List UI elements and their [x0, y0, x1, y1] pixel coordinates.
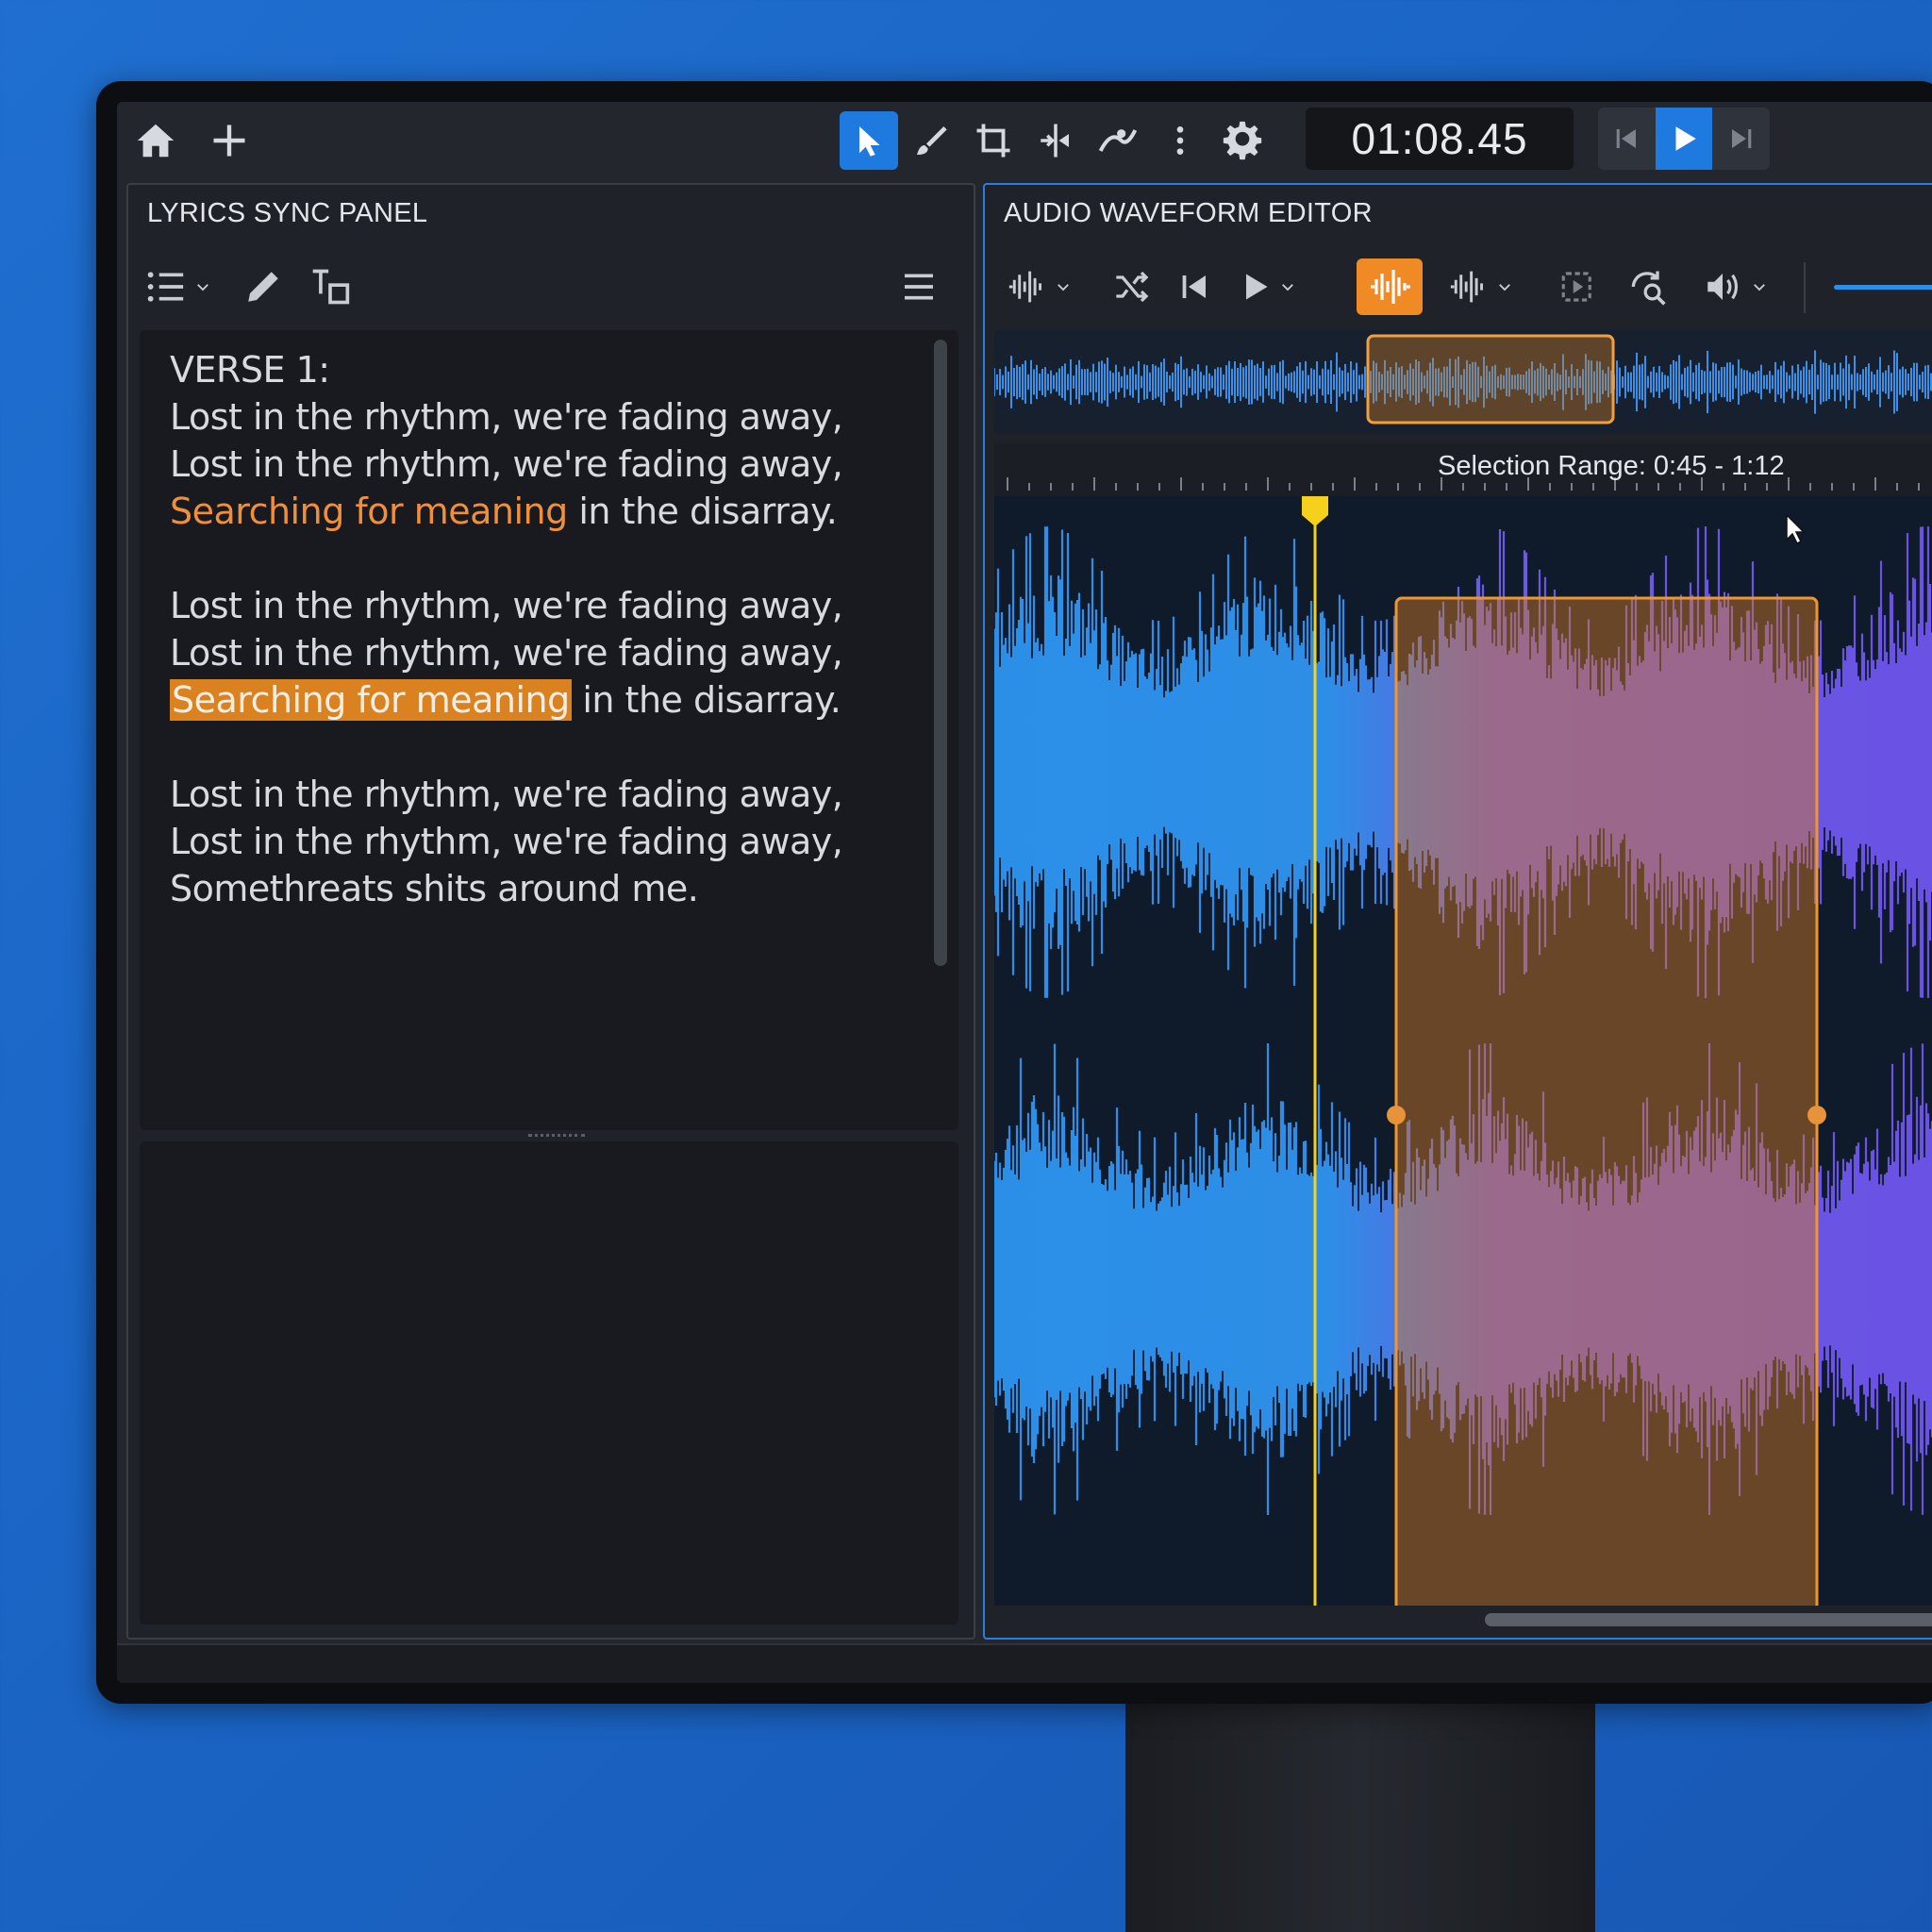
waveform-canvas[interactable]: [994, 496, 1932, 1606]
audio-waveform-editor-panel: AUDIO WAVEFORM EDITOR Selection Range: 0…: [983, 183, 1932, 1640]
panel-title: AUDIO WAVEFORM EDITOR: [1004, 198, 1373, 228]
app-window: 01:08.45 LYRICS SYNC PANEL VERSE 1: Lost…: [117, 102, 1932, 1683]
overview-selection-window: [1366, 334, 1615, 425]
lyrics-text-area[interactable]: VERSE 1: Lost in the rhythm, we're fadin…: [140, 330, 958, 1130]
lyric-line: Lost in the rhythm, we're fading away,: [170, 585, 843, 626]
lyric-line: Lost in the rhythm, we're fading away,: [170, 821, 843, 862]
transport-controls: [1598, 108, 1770, 170]
time-ruler[interactable]: Selection Range: 0:45 - 1:12: [994, 443, 1932, 496]
volume-icon: [1707, 274, 1739, 300]
monitor-bezel: 01:08.45 LYRICS SYNC PANEL VERSE 1: Lost…: [96, 81, 1932, 1704]
selection-left-handle: [1387, 1106, 1406, 1124]
mouse-cursor-icon: [1786, 513, 1806, 545]
lyric-line: Lost in the rhythm, we're fading away,: [170, 443, 843, 485]
waveform-mode-button[interactable]: [1357, 258, 1423, 315]
play-dropdown[interactable]: [1238, 258, 1296, 315]
pointer-icon[interactable]: [840, 111, 898, 170]
main-toolbar: 01:08.45: [117, 102, 1932, 177]
lyric-line: Lost in the rhythm, we're fading away,: [170, 774, 843, 815]
lyric-line: Lost in the rhythm, we're fading away,: [170, 396, 843, 438]
skip-back-icon[interactable]: [1598, 108, 1655, 170]
plus-icon[interactable]: [200, 111, 258, 170]
lyrics-lower-area: [140, 1141, 958, 1624]
channel-view-dropdown[interactable]: [1447, 258, 1513, 315]
gear-icon[interactable]: [1213, 111, 1272, 170]
waveform-icon: [1450, 271, 1483, 303]
volume-dropdown[interactable]: [1702, 258, 1768, 315]
monitor-stand: [1125, 1698, 1595, 1932]
chevron-down-icon: [1499, 284, 1510, 291]
highlighted-phrase[interactable]: Searching for meaning: [170, 491, 568, 532]
selected-phrase[interactable]: Searching for meaning: [170, 679, 572, 721]
lyric-line-heading: VERSE 1:: [170, 349, 330, 391]
waveform-overview[interactable]: [994, 330, 1932, 434]
crop-icon[interactable]: [964, 111, 1023, 170]
status-bar: [117, 1643, 1932, 1683]
pencil-icon[interactable]: [243, 258, 283, 315]
text-resize-icon[interactable]: [309, 258, 351, 315]
chevron-down-icon: [197, 284, 208, 291]
waveform-view-dropdown[interactable]: [1006, 258, 1072, 315]
split-icon[interactable]: [1026, 111, 1085, 170]
waveform-icon: [1008, 271, 1041, 303]
lyric-line: Searching for meaning in the disarray.: [170, 679, 841, 721]
toolbar-divider: [1804, 262, 1806, 313]
selection-region: [1394, 596, 1819, 1606]
panel-resize-grip[interactable]: [528, 1134, 585, 1140]
lyric-line: Lost in the rhythm, we're fading away,: [170, 632, 843, 674]
chevron-down-icon: [1754, 284, 1765, 291]
list-format-button[interactable]: [145, 258, 211, 315]
timecode-display: 01:08.45: [1306, 108, 1574, 170]
home-icon[interactable]: [126, 111, 185, 170]
play-icon[interactable]: [1656, 108, 1712, 170]
waveform-toolbar: [985, 243, 1932, 330]
lyrics-toolbar: [128, 243, 974, 330]
clip-play-icon[interactable]: [1558, 258, 1598, 315]
vertical-scrollbar[interactable]: [934, 340, 947, 966]
skip-forward-icon[interactable]: [1713, 108, 1770, 170]
lyric-line: Somethreats shits around me.: [170, 868, 699, 909]
chevron-down-icon: [1282, 284, 1293, 291]
waveform-display: [994, 496, 1932, 1606]
panel-title: LYRICS SYNC PANEL: [147, 198, 428, 228]
lyrics-sync-panel: LYRICS SYNC PANEL VERSE 1: Lost in the r…: [126, 183, 975, 1640]
zoom-slider[interactable]: [1834, 285, 1932, 290]
waveform-icon: [1371, 270, 1410, 304]
shuffle-icon[interactable]: [1111, 258, 1153, 315]
selection-range-label: Selection Range: 0:45 - 1:12: [1438, 451, 1785, 481]
selection-right-handle: [1807, 1106, 1826, 1124]
horizontal-scrollbar[interactable]: [1485, 1613, 1932, 1626]
fade-icon[interactable]: [1089, 111, 1147, 170]
lyric-line: Searching for meaning in the disarray.: [170, 491, 838, 532]
loop-search-icon[interactable]: [1626, 258, 1668, 315]
more-vertical-icon[interactable]: [1151, 111, 1209, 170]
play-icon: [1246, 274, 1268, 300]
skip-back-icon[interactable]: [1177, 258, 1211, 315]
chevron-down-icon: [1058, 284, 1069, 291]
overview-waveform: [994, 334, 1932, 425]
hamburger-menu-icon[interactable]: [900, 258, 938, 315]
brush-icon[interactable]: [902, 111, 960, 170]
